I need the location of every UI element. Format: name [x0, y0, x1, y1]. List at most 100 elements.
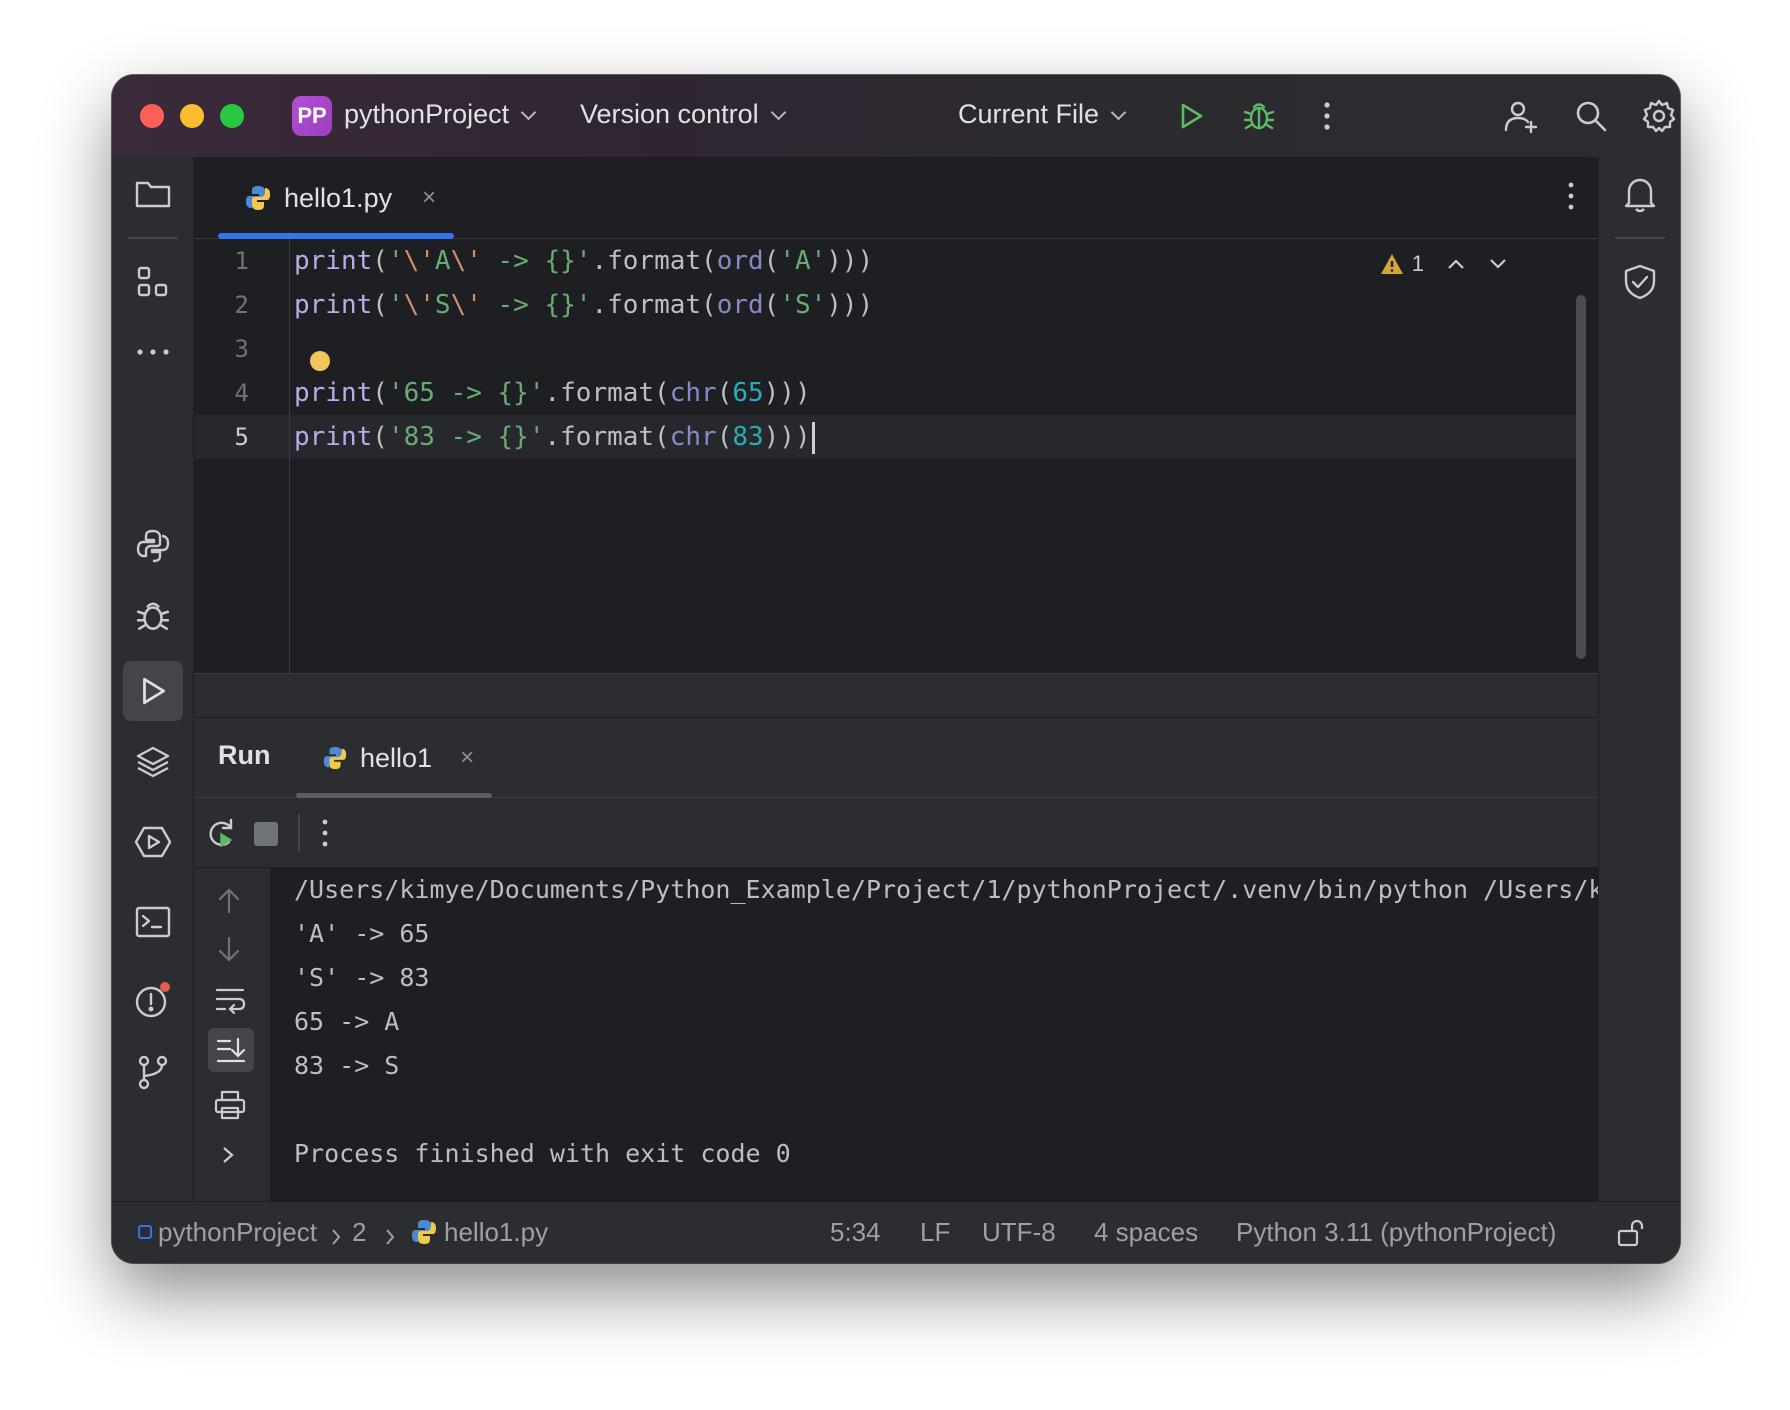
terminal-icon	[135, 906, 171, 938]
minimize-window-button[interactable]	[180, 104, 204, 128]
project-name: pythonProject	[344, 99, 510, 129]
chevron-up-icon[interactable]	[1446, 257, 1466, 271]
code-with-me-button[interactable]	[1502, 97, 1540, 135]
left-tool-strip	[112, 157, 194, 1201]
layers-tool-button[interactable]	[128, 737, 178, 787]
arrow-down-icon	[218, 936, 240, 962]
notifications-button[interactable]	[1615, 169, 1665, 219]
project-badge[interactable]: PP	[292, 96, 332, 136]
project-selector[interactable]: pythonProject	[344, 99, 537, 130]
tab-close-icon[interactable]: ×	[422, 184, 436, 212]
editor-scrollbar[interactable]	[1576, 295, 1586, 659]
rerun-button[interactable]	[204, 816, 238, 855]
python-file-icon	[410, 1218, 438, 1253]
more-actions-button[interactable]	[1308, 97, 1346, 135]
warning-count: 1	[1411, 251, 1424, 276]
expand-toolbar-button[interactable]	[220, 1144, 236, 1171]
status-bar: pythonProject 2 hello1.py 5:34 LF UTF-8 …	[112, 1201, 1680, 1263]
run-tool-button[interactable]	[123, 661, 183, 721]
console-line: 'S' -> 83	[294, 963, 430, 992]
more-tools-button[interactable]	[128, 327, 178, 377]
run-tool-window: Run hello1 × /Users/kimye/Documents/Pyth…	[194, 717, 1598, 1202]
breadcrumb-folder[interactable]: 2	[352, 1217, 366, 1248]
scroll-up-button[interactable]	[214, 886, 244, 921]
terminal-tool-button[interactable]	[128, 897, 178, 947]
chevron-right-icon	[384, 1223, 396, 1254]
right-tool-strip	[1598, 157, 1680, 1201]
debug-button[interactable]	[1240, 97, 1278, 135]
print-button[interactable]	[214, 1090, 246, 1125]
console-output[interactable]: /Users/kimye/Documents/Python_Example/Pr…	[270, 868, 1598, 1202]
run-panel-title: Run	[218, 740, 271, 770]
run-config-selector[interactable]: Current File	[958, 99, 1127, 130]
indent-setting[interactable]: 4 spaces	[1094, 1217, 1198, 1248]
python-file-icon	[246, 186, 270, 210]
print-icon	[214, 1090, 246, 1120]
code-line-5: print('83 -> {}'.format(chr(83)))	[294, 415, 815, 459]
python-interpreter[interactable]: Python 3.11 (pythonProject)	[1236, 1217, 1556, 1248]
panel-splitter[interactable]	[194, 673, 1598, 717]
line-number-current: 5	[234, 423, 249, 451]
divider	[298, 814, 300, 852]
editor-tab-bar: hello1.py ×	[194, 157, 1598, 239]
scroll-to-end-button[interactable]	[208, 1028, 254, 1072]
inspection-widget[interactable]: 1	[1380, 251, 1508, 277]
more-icon	[137, 349, 169, 355]
code-line-4: print('65 -> {}'.format(chr(65)))	[294, 378, 811, 408]
chevron-right-icon	[330, 1223, 342, 1254]
breadcrumb-file[interactable]: hello1.py	[444, 1217, 548, 1248]
zoom-window-button[interactable]	[220, 104, 244, 128]
line-separator[interactable]: LF	[920, 1217, 950, 1248]
chevron-down-icon[interactable]	[1488, 257, 1508, 271]
vcs-label: Version control	[580, 99, 759, 129]
layers-icon	[136, 746, 170, 778]
problems-tool-button[interactable]	[128, 975, 178, 1025]
scroll-down-button[interactable]	[214, 934, 244, 969]
close-window-button[interactable]	[140, 104, 164, 128]
python-console-button[interactable]	[128, 521, 178, 571]
run-toolbar	[194, 798, 1598, 868]
file-encoding[interactable]: UTF-8	[982, 1217, 1056, 1248]
code-editor[interactable]: 1 2 3 4 5 print('\'A\' -> {}'.format(ord…	[194, 239, 1598, 673]
bug-icon	[1243, 103, 1275, 130]
text-caret	[811, 421, 815, 454]
rerun-icon	[209, 818, 233, 848]
structure-icon	[137, 266, 168, 297]
python-file-icon	[323, 746, 347, 770]
debug-tool-button[interactable]	[128, 591, 178, 641]
python-console-icon	[136, 529, 170, 563]
line-number: 2	[234, 291, 249, 319]
divider	[1615, 237, 1665, 239]
stop-button[interactable]	[254, 822, 278, 846]
services-icon	[134, 826, 172, 858]
ide-window: PP pythonProject Version control Current…	[112, 75, 1680, 1263]
soft-wrap-icon	[215, 988, 246, 1015]
read-only-toggle[interactable]	[1616, 1218, 1646, 1255]
run-more-button[interactable]	[320, 818, 330, 853]
project-module-icon	[138, 1225, 152, 1239]
run-button[interactable]	[1172, 97, 1210, 135]
tab-options-button[interactable]	[1566, 181, 1576, 216]
tab-hello1-py[interactable]: hello1.py ×	[218, 157, 454, 239]
intention-bulb-icon[interactable]	[310, 351, 330, 371]
git-tool-button[interactable]	[128, 1047, 178, 1097]
run-config-label: Current File	[958, 99, 1100, 129]
search-button[interactable]	[1572, 97, 1610, 135]
ai-assistant-button[interactable]	[1615, 257, 1665, 307]
caret-position[interactable]: 5:34	[830, 1217, 881, 1248]
code-line-2: print('\'S\' -> {}'.format(ord('S')))	[294, 290, 874, 320]
folder-icon	[135, 181, 171, 208]
services-tool-button[interactable]	[128, 817, 178, 867]
play-icon	[1181, 103, 1203, 129]
soft-wrap-button[interactable]	[214, 984, 246, 1019]
more-vertical-icon	[1324, 102, 1330, 130]
run-tab-close-icon[interactable]: ×	[460, 744, 474, 772]
structure-tool-button[interactable]	[128, 257, 178, 307]
console-side-toolbar	[194, 868, 270, 1202]
unlock-icon	[1617, 1219, 1644, 1247]
run-tab-hello1[interactable]: hello1 ×	[296, 718, 492, 798]
settings-button[interactable]	[1640, 97, 1678, 135]
breadcrumb-project[interactable]: pythonProject	[158, 1217, 317, 1248]
project-tool-button[interactable]	[128, 169, 178, 219]
vcs-selector[interactable]: Version control	[580, 99, 786, 130]
